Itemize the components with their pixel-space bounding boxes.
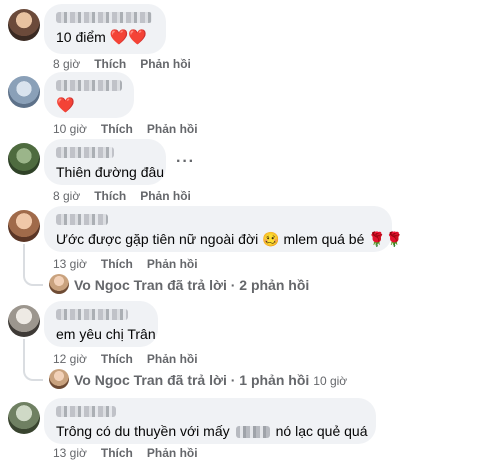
comment-meta: 12 giờ Thích Phản hồi <box>53 352 212 366</box>
comment-text: em yêu chị Trân <box>56 326 156 342</box>
heart-emoji: ❤️❤️ <box>109 29 148 46</box>
reply-avatar[interactable] <box>49 274 69 294</box>
comment-bubble: Trông có du thuyền với mấy nó lạc quẻ quá <box>44 398 376 444</box>
reply-button[interactable]: Phản hồi <box>147 446 198 460</box>
comment-bubble: Ước được gặp tiên nữ ngoài đời 🥴 mlem qu… <box>44 206 403 252</box>
comment-time: 10 giờ <box>53 122 87 136</box>
commenter-avatar[interactable] <box>8 9 40 41</box>
comment-time: 13 giờ <box>53 446 87 460</box>
commenter-avatar[interactable] <box>8 305 40 337</box>
reply-button[interactable]: Phản hồi <box>147 122 198 136</box>
comment-text: Trông có du thuyền với mấy <box>56 423 230 439</box>
reply-button[interactable]: Phản hồi <box>147 257 198 271</box>
reply-time: 10 giờ <box>313 374 348 388</box>
more-options-icon[interactable]: ··· <box>176 153 195 171</box>
reply-button[interactable]: Phản hồi <box>147 352 198 366</box>
comment-bubble: ❤️ <box>44 72 134 118</box>
like-button[interactable]: Thích <box>101 122 133 136</box>
comment-text: Thiên đường đâu <box>56 164 165 180</box>
commenter-avatar[interactable] <box>8 210 40 242</box>
commenter-name[interactable] <box>56 309 128 320</box>
rose-emoji: 🌹🌹 <box>368 231 404 247</box>
view-replies-link[interactable]: Vo Ngoc Tran đã trả lời · 1 phản hồi 10 g… <box>74 372 347 388</box>
commenter-name[interactable] <box>56 214 108 225</box>
comment-time: 13 giờ <box>53 257 87 271</box>
commenter-name[interactable] <box>56 12 152 23</box>
comment-bubble: Thiên đường đâu <box>44 139 166 185</box>
comment-meta: 8 giờ Thích Phản hồi <box>53 57 205 71</box>
thread-line <box>23 339 43 381</box>
comment-text: 10 điểm <box>56 29 106 45</box>
commenter-avatar[interactable] <box>8 402 40 434</box>
like-button[interactable]: Thích <box>94 57 126 71</box>
comment-text: Ước được gặp tiên nữ ngoài đời <box>56 231 259 247</box>
comment-meta: 13 giờ Thích Phản hồi <box>53 257 212 271</box>
reply-button[interactable]: Phản hồi <box>140 57 191 71</box>
commenter-name[interactable] <box>56 80 122 91</box>
comment-meta: 8 giờ Thích Phản hồi <box>53 189 205 203</box>
comment-time: 8 giờ <box>53 57 81 71</box>
commenter-name[interactable] <box>56 406 116 417</box>
comment-time: 8 giờ <box>53 189 81 203</box>
comment-bubble: 10 điểm ❤️❤️ <box>44 4 166 54</box>
comment-meta: 10 giờ Thích Phản hồi <box>53 122 212 136</box>
woozy-emoji: 🥴 <box>262 231 280 247</box>
commenter-name[interactable] <box>56 147 114 158</box>
comment-text: mlem quá bé <box>283 231 365 247</box>
reply-button[interactable]: Phản hồi <box>140 189 191 203</box>
like-button[interactable]: Thích <box>101 257 133 271</box>
commenter-avatar[interactable] <box>8 76 40 108</box>
view-replies-link[interactable]: Vo Ngoc Tran đã trả lời · 2 phản hồi <box>74 277 309 293</box>
heart-emoji: ❤️ <box>56 97 75 114</box>
thread-line <box>23 244 43 286</box>
commenter-avatar[interactable] <box>8 143 40 175</box>
like-button[interactable]: Thích <box>94 189 126 203</box>
comment-text: nó lạc quẻ quá <box>275 423 368 439</box>
comment-meta: 13 giờ Thích Phản hồi <box>53 446 212 460</box>
like-button[interactable]: Thích <box>101 446 133 460</box>
comment-time: 12 giờ <box>53 352 87 366</box>
redacted-text <box>235 426 270 439</box>
comment-bubble: em yêu chị Trân <box>44 301 158 347</box>
like-button[interactable]: Thích <box>101 352 133 366</box>
reply-avatar[interactable] <box>49 369 69 389</box>
